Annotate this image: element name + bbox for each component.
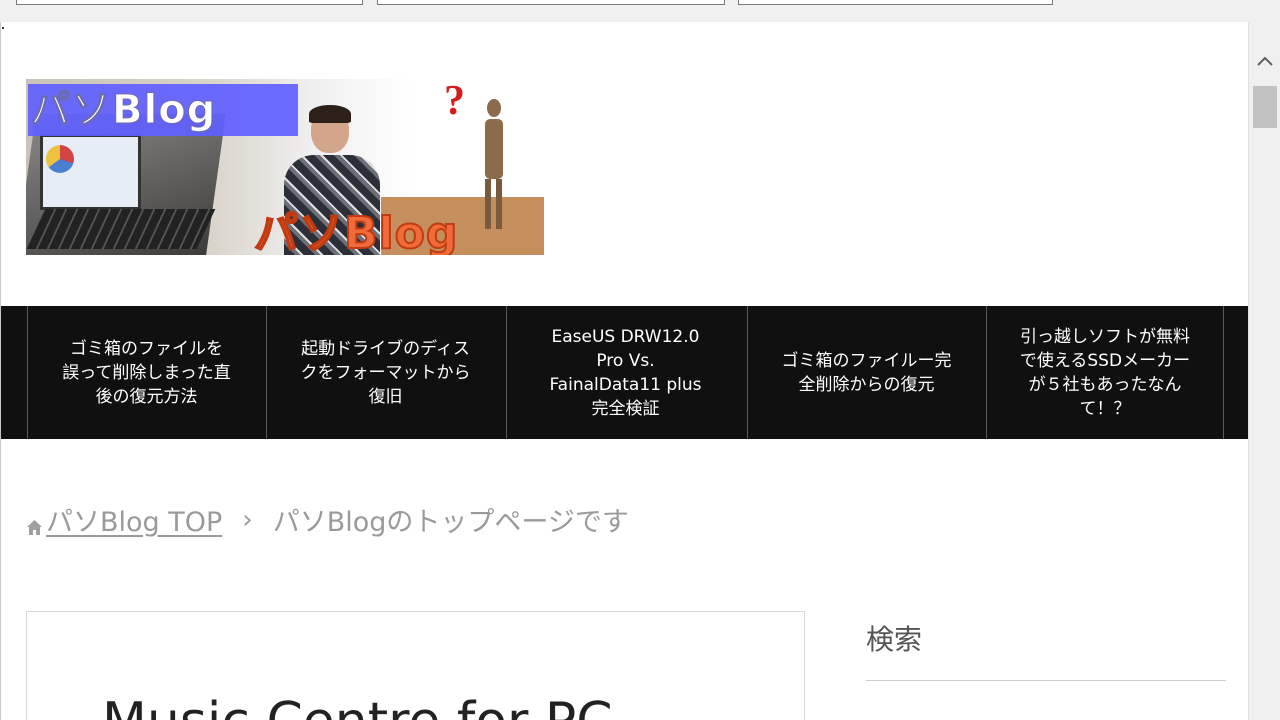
breadcrumb-home-link[interactable]: パソBlog TOP xyxy=(46,500,222,539)
nav-item-trash-full-delete[interactable]: ゴミ箱のファイルー完 全削除からの復元 xyxy=(747,306,985,439)
toolbar-field-1[interactable] xyxy=(16,0,363,5)
nav-item-line: 後の復元方法 xyxy=(95,386,198,407)
nav-item-line: 完全検証 xyxy=(591,398,660,419)
sidebar-divider xyxy=(866,680,1226,681)
vertical-scrollbar[interactable] xyxy=(1248,22,1280,720)
article-card: Music Centre for PC xyxy=(26,611,805,720)
scrollbar-thumb[interactable] xyxy=(1253,86,1277,128)
site-logo-top: パソBlog xyxy=(28,84,298,136)
nav-item-line: 引っ越しソフトが無料 xyxy=(1019,326,1190,347)
nav-item-line: て！？ xyxy=(1079,398,1131,419)
nav-item-line: FainalData11 plus xyxy=(549,374,702,395)
nav-item-easeus-vs-finaldata[interactable]: EaseUS DRW12.0 Pro Vs. FainalData11 plus… xyxy=(506,306,744,439)
article-title[interactable]: Music Centre for PC xyxy=(102,692,613,720)
top-toolbar xyxy=(0,0,1280,23)
breadcrumb-current: パソBlogのトップページです xyxy=(272,507,629,538)
site-logo-bottom: パソBlog xyxy=(253,207,459,255)
nav-item-line: ゴミ箱のファイルを xyxy=(69,338,223,359)
page-content: ? パソBlog パソBlog ゴミ箱のファイルを 誤って削除しまった直 後の復… xyxy=(0,22,1249,720)
nav-item-line: Pro Vs. xyxy=(596,350,655,371)
cursor-mark xyxy=(2,27,4,29)
breadcrumb: パソBlog TOP › パソBlogのトップページです xyxy=(26,500,629,539)
nav-item-line: 全削除からの復元 xyxy=(798,374,935,395)
banner-question-mark: ? xyxy=(444,79,465,124)
chevron-up-icon[interactable] xyxy=(1249,50,1280,72)
home-icon xyxy=(26,512,43,535)
breadcrumb-separator: › xyxy=(242,504,253,535)
nav-item-line: EaseUS DRW12.0 xyxy=(551,326,700,347)
nav-item-line: で使えるSSDメーカー xyxy=(1019,350,1191,371)
toolbar-field-3[interactable] xyxy=(738,0,1053,5)
nav-item-ssd-migration[interactable]: 引っ越しソフトが無料 で使えるSSDメーカー が５社もあったなん て！？ xyxy=(986,306,1224,439)
nav-item-line: 復旧 xyxy=(368,386,403,407)
banner-keyboard xyxy=(26,209,216,249)
nav-item-line: 誤って削除しまった直 xyxy=(62,362,231,383)
sidebar-search-title: 検索 xyxy=(866,623,923,656)
nav-item-trash-restore[interactable]: ゴミ箱のファイルを 誤って削除しまった直 後の復元方法 xyxy=(27,306,265,439)
nav-item-line: 起動ドライブのディス xyxy=(301,338,470,359)
global-nav: ゴミ箱のファイルを 誤って削除しまった直 後の復元方法 起動ドライブのディス ク… xyxy=(1,306,1249,439)
nav-item-boot-drive-format[interactable]: 起動ドライブのディス クをフォーマットから 復旧 xyxy=(266,306,504,439)
toolbar-field-2[interactable] xyxy=(377,0,725,5)
nav-item-line: が５社もあったなん xyxy=(1028,374,1182,395)
nav-item-line: ゴミ箱のファイルー完 xyxy=(781,350,952,371)
site-header-banner[interactable]: ? パソBlog パソBlog xyxy=(26,79,544,255)
banner-pie-chart xyxy=(46,145,74,173)
nav-item-line: クをフォーマットから xyxy=(300,362,471,383)
banner-wooden-figure xyxy=(481,99,507,229)
